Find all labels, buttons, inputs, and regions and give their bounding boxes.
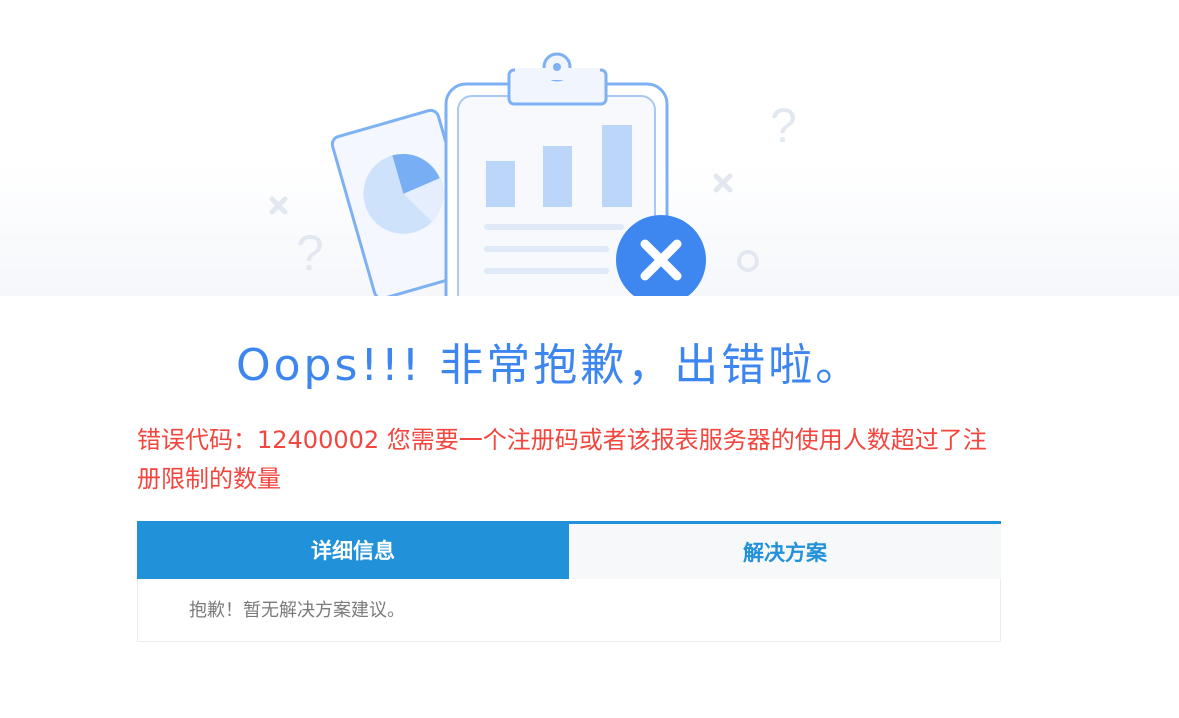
question-mark-icon: ?	[770, 100, 797, 153]
cross-mark-icon	[713, 173, 733, 193]
circle-mark-icon	[737, 250, 759, 272]
clipboard-illustration: ? ?	[269, 52, 797, 296]
panel-content: 抱歉！暂无解决方案建议。	[189, 600, 405, 621]
detail-panel: 详细信息 解决方案 抱歉！暂无解决方案建议。	[137, 521, 1001, 642]
tab-bar: 详细信息 解决方案	[137, 521, 1001, 579]
tab-solution[interactable]: 解决方案	[569, 521, 1001, 579]
page-title: Oops!!! 非常抱歉，出错啦。	[236, 340, 863, 391]
error-message: 错误代码：12400002 您需要一个注册码或者该报表服务器的使用人数超过了注册…	[137, 426, 987, 493]
question-mark-icon: ?	[296, 225, 324, 281]
tab-details[interactable]: 详细信息	[137, 521, 569, 579]
error-illustration: ? ?	[0, 0, 1179, 296]
cross-mark-icon	[269, 196, 288, 215]
